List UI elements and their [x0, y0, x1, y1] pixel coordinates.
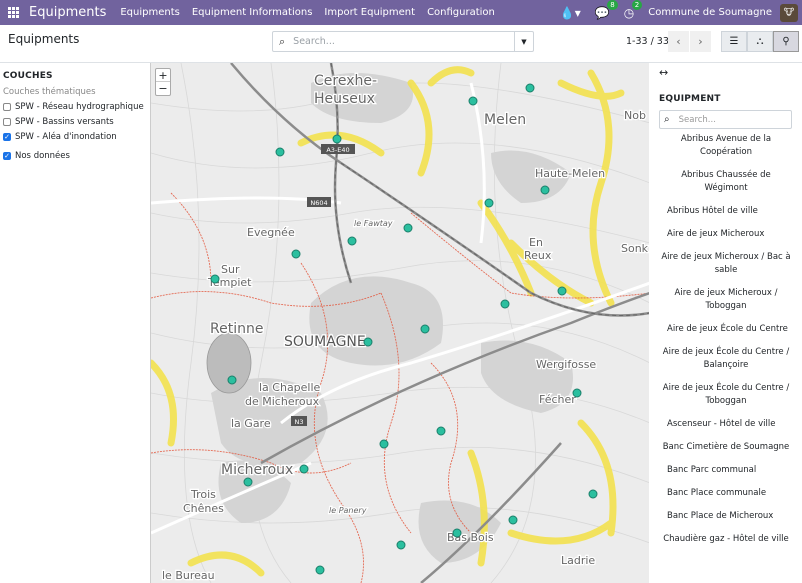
pager-previous-button[interactable]: ‹	[668, 31, 689, 52]
svg-text:En: En	[529, 236, 543, 249]
map-tiles: A3-E40 N604 N3 Cerexhe- Heuseux Melen Ha…	[151, 63, 649, 583]
breadcrumb: Equipments	[8, 32, 80, 46]
svg-text:la Chapelle: la Chapelle	[259, 381, 321, 394]
list-item[interactable]: Aire de jeux École du Centre / Toboggan	[661, 382, 791, 408]
equipment-search-placeholder: Search...	[678, 114, 716, 125]
layer-label: Nos données	[15, 151, 70, 161]
list-item[interactable]: Banc Parc communal	[661, 464, 791, 477]
svg-text:Heuseux: Heuseux	[314, 91, 375, 107]
layer-nos-donnees[interactable]: ✓ Nos données	[3, 151, 150, 161]
panel-toggle-arrows-icon[interactable]: ↔	[659, 66, 668, 79]
svg-text:Chênes: Chênes	[183, 502, 224, 515]
menu-equipment-informations[interactable]: Equipment Informations	[192, 7, 313, 18]
list-item[interactable]: Aire de jeux École du Centre	[661, 323, 791, 336]
layers-panel: COUCHES Couches thématiques SPW - Réseau…	[0, 63, 150, 583]
svg-text:le Panery: le Panery	[329, 506, 367, 515]
zoom-out-button[interactable]: −	[156, 82, 170, 95]
layer-alea-inondation[interactable]: ✓ SPW - Aléa d'inondation	[3, 132, 150, 142]
list-item[interactable]: Abribus Avenue de la Coopération	[661, 133, 791, 159]
svg-text:Cerexhe-: Cerexhe-	[314, 73, 377, 89]
layer-label: SPW - Réseau hydrographique	[15, 102, 144, 112]
messages-icon[interactable]: 💬 8	[595, 0, 618, 20]
svg-text:la Gare: la Gare	[231, 417, 271, 430]
svg-text:Melen: Melen	[484, 112, 526, 128]
user-avatar[interactable]: 🐮	[780, 3, 798, 22]
svg-text:N604: N604	[310, 199, 327, 207]
search-icon: ⌕	[664, 114, 670, 125]
search-icon: ⌕	[279, 34, 286, 48]
zoom-in-button[interactable]: +	[156, 69, 170, 82]
pager-value[interactable]: 1-33 / 33	[626, 36, 669, 47]
svg-text:N3: N3	[295, 418, 304, 426]
activities-count-badge: 2	[631, 0, 643, 10]
company-switcher[interactable]: Commune de Soumagne	[648, 7, 772, 18]
svg-text:Fécher: Fécher	[539, 393, 576, 406]
layer-checkbox[interactable]: ✓	[3, 152, 11, 160]
search-input[interactable]: ⌕ Search... ▼	[272, 31, 534, 52]
svg-text:Evegnée: Evegnée	[247, 226, 295, 239]
menu-configuration[interactable]: Configuration	[427, 7, 495, 18]
list-item[interactable]: Abribus Chaussée de Wégimont	[661, 169, 791, 195]
layers-title: COUCHES	[3, 71, 53, 81]
equipment-panel: ↔ EQUIPMENT ⌕ Search... Abribus Avenue d…	[649, 63, 802, 583]
layer-checkbox[interactable]: ✓	[3, 133, 11, 141]
layers-subtitle: Couches thématiques	[3, 87, 96, 97]
layer-label: SPW - Bassins versants	[15, 117, 114, 127]
map-canvas[interactable]: A3-E40 N604 N3 Cerexhe- Heuseux Melen Ha…	[150, 63, 649, 583]
menu-equipments[interactable]: Equipments	[120, 7, 180, 18]
svg-text:le Bureau: le Bureau	[162, 569, 215, 582]
map-zoom-control: + −	[155, 68, 171, 96]
svg-text:A3-E40: A3-E40	[326, 146, 349, 154]
map-view-button[interactable]: ⚲	[773, 31, 799, 52]
control-panel: Equipments ⌕ Search... ▼ 1-33 / 33 ‹ › ☰…	[0, 25, 802, 63]
list-item[interactable]: Chaudière gaz - Hôtel de ville	[661, 533, 791, 546]
svg-text:Ladrie: Ladrie	[561, 554, 595, 567]
debug-drop-icon[interactable]: 💧▾	[560, 6, 581, 20]
list-item[interactable]: Aire de jeux École du Centre / Balançoir…	[661, 346, 791, 372]
svg-text:Reux: Reux	[524, 249, 552, 262]
messages-count-badge: 8	[607, 0, 618, 10]
hierarchy-view-button[interactable]: ⛬	[747, 31, 773, 52]
top-navbar: Equipments Equipments Equipment Informat…	[0, 0, 802, 25]
equipment-list: Abribus Avenue de la Coopération Abribus…	[661, 133, 791, 556]
svg-text:Trois: Trois	[190, 488, 216, 501]
list-item[interactable]: Banc Place de Micheroux	[661, 510, 791, 523]
menu-import-equipment[interactable]: Import Equipment	[324, 7, 415, 18]
app-brand[interactable]: Equipments	[29, 5, 106, 20]
list-item[interactable]: Banc Place communale	[661, 487, 791, 500]
list-item[interactable]: Ascenseur - Hôtel de ville	[661, 418, 791, 431]
pager-next-button[interactable]: ›	[690, 31, 711, 52]
layer-label: SPW - Aléa d'inondation	[15, 132, 117, 142]
list-item[interactable]: Aire de jeux Micheroux / Toboggan	[661, 287, 791, 313]
svg-text:Micheroux: Micheroux	[221, 462, 293, 478]
apps-menu-icon[interactable]	[1, 0, 25, 25]
list-item[interactable]: Aire de jeux Micheroux / Bac à sable	[661, 251, 791, 277]
equipment-search-input[interactable]: ⌕ Search...	[659, 110, 792, 129]
list-item[interactable]: Abribus Hôtel de ville	[661, 205, 791, 218]
list-view-button[interactable]: ☰	[721, 31, 747, 52]
activities-clock-icon[interactable]: ◷ 2	[624, 0, 643, 20]
equipment-title: EQUIPMENT	[659, 94, 721, 104]
svg-text:Haute-Melen: Haute-Melen	[535, 167, 605, 180]
list-item[interactable]: Banc Cimetière de Soumagne	[661, 441, 791, 454]
layer-reseau-hydrographique[interactable]: SPW - Réseau hydrographique	[3, 102, 150, 112]
svg-text:Nob: Nob	[624, 109, 646, 122]
svg-text:Sonk: Sonk	[621, 242, 649, 255]
svg-text:Sur: Sur	[221, 263, 240, 276]
layer-checkbox[interactable]	[3, 118, 11, 126]
svg-text:Wergifosse: Wergifosse	[536, 358, 596, 371]
svg-text:SOUMAGNE: SOUMAGNE	[284, 334, 366, 350]
layer-bassins-versants[interactable]: SPW - Bassins versants	[3, 117, 150, 127]
search-placeholder: Search...	[293, 36, 335, 47]
list-item[interactable]: Aire de jeux Micheroux	[661, 228, 791, 241]
search-options-toggle[interactable]: ▼	[514, 32, 533, 51]
svg-text:Retinne: Retinne	[210, 321, 263, 337]
svg-text:de Micheroux: de Micheroux	[245, 395, 320, 408]
layer-checkbox[interactable]	[3, 103, 11, 111]
svg-text:le Fawtay: le Fawtay	[354, 219, 393, 228]
